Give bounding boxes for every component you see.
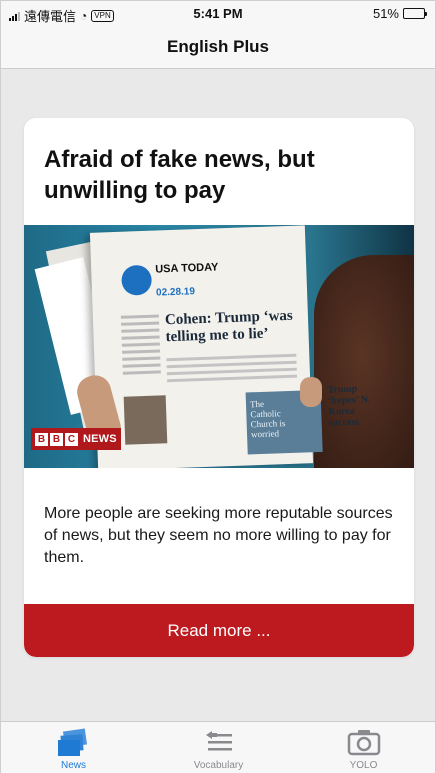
app-screen: 遠傳電信 ◔ VPN 5:41 PM 51% English Plus Afra… bbox=[0, 0, 436, 773]
bbc-news-logo: B B C NEWS bbox=[31, 428, 121, 450]
usa-today-logo-icon bbox=[121, 264, 153, 296]
camera-icon bbox=[346, 728, 382, 761]
newspaper-name: USA TODAY bbox=[155, 261, 219, 276]
newspaper-graphic: USA TODAY 02.28.19 Cohen: Trump ‘was tel… bbox=[89, 225, 371, 468]
newspaper-photo bbox=[123, 395, 168, 445]
status-right: 51% bbox=[372, 6, 427, 21]
news-icon bbox=[55, 728, 93, 763]
vocabulary-list-icon bbox=[202, 728, 236, 761]
bbc-news-label: NEWS bbox=[83, 433, 117, 445]
newspaper-column-lines bbox=[120, 314, 161, 378]
status-bar: 遠傳電信 ◔ VPN 5:41 PM 51% bbox=[1, 1, 435, 25]
article-title: Afraid of fake news, but unwilling to pa… bbox=[44, 146, 315, 204]
page-title: English Plus bbox=[166, 36, 270, 56]
newspaper-date: 02.28.19 bbox=[155, 286, 196, 299]
tab-label: News bbox=[60, 760, 86, 771]
read-more-button[interactable]: Read more ... bbox=[24, 604, 414, 657]
battery-percent: 51% bbox=[372, 6, 399, 21]
tab-news[interactable]: News bbox=[1, 722, 146, 773]
hand-graphic bbox=[300, 377, 322, 407]
tab-vocabulary[interactable]: Vocabulary bbox=[146, 722, 291, 773]
navigation-bar: English Plus bbox=[1, 25, 435, 69]
newspaper-headline: Cohen: Trump ‘was telling me to lie’ bbox=[164, 307, 294, 346]
person-hair-graphic bbox=[314, 255, 414, 468]
tab-yolo[interactable]: YOLO bbox=[291, 722, 436, 773]
status-time: 5:41 PM bbox=[193, 6, 243, 21]
newspaper-body-lines bbox=[166, 353, 298, 387]
newspaper-side-headline: Trump ‘hypes’ N. Korea success bbox=[327, 383, 371, 429]
bbc-letter: C bbox=[65, 432, 78, 446]
bbc-letter: B bbox=[50, 432, 63, 446]
tab-label: Vocabulary bbox=[193, 760, 244, 771]
article-image[interactable]: USA TODAY 02.28.19 Cohen: Trump ‘was tel… bbox=[24, 225, 414, 468]
article-summary: More people are seeking more reputable s… bbox=[44, 505, 393, 566]
bbc-letter: B bbox=[35, 432, 48, 446]
newspaper-inset-text: The Catholic Church is worried bbox=[249, 398, 286, 440]
tab-bar: News Vocabulary YOLO bbox=[1, 721, 435, 773]
tab-label: YOLO bbox=[349, 760, 378, 771]
article-card[interactable]: Afraid of fake news, but unwilling to pa… bbox=[24, 118, 414, 657]
battery-icon bbox=[403, 8, 427, 19]
